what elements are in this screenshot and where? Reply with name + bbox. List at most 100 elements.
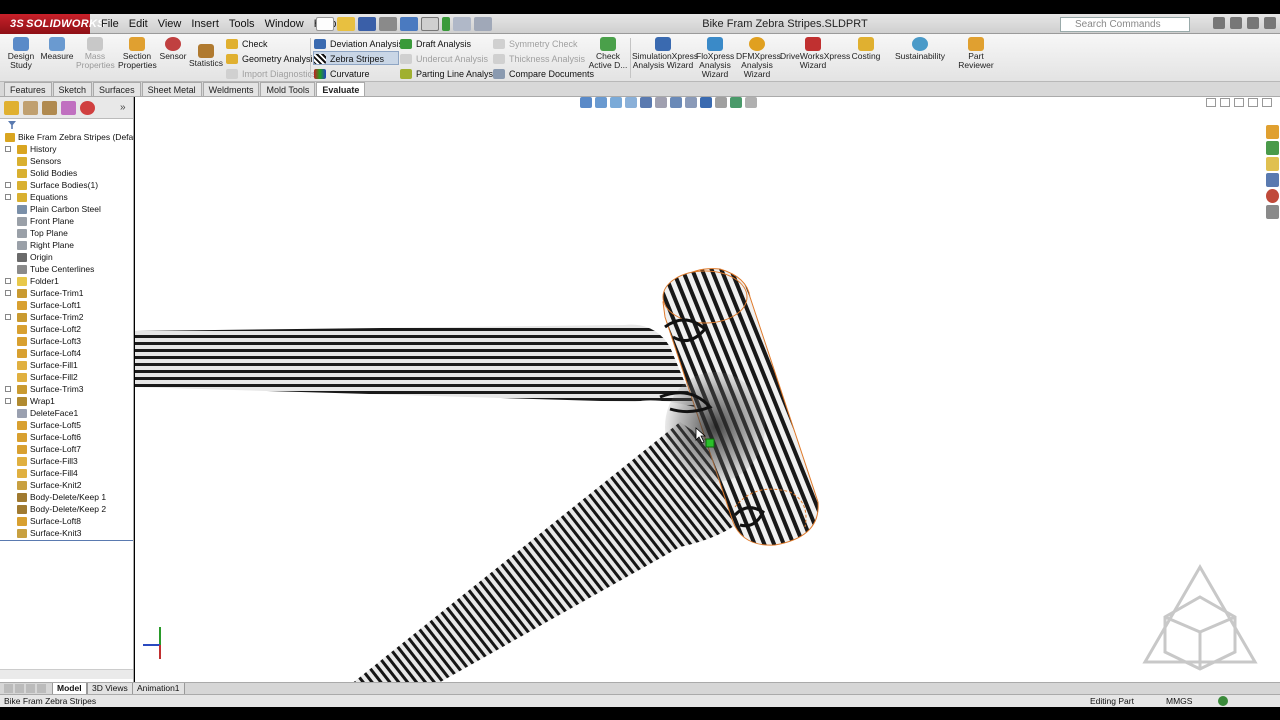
thickness-analysis-button[interactable]: Thickness Analysis — [493, 52, 585, 66]
menu-edit[interactable]: Edit — [124, 14, 153, 34]
tree-item[interactable]: Surface-Loft7 — [0, 443, 133, 455]
graphics-area[interactable] — [135, 97, 1280, 685]
previous-tab-arrow-icon[interactable] — [15, 684, 24, 693]
section-properties-button[interactable]: Section Properties — [118, 37, 157, 70]
floxpress-button[interactable]: FloXpress Analysis Wizard — [696, 37, 734, 79]
last-tab-arrow-icon[interactable] — [37, 684, 46, 693]
selected-point-marker[interactable] — [705, 438, 715, 448]
tree-root-part[interactable]: Bike Fram Zebra Stripes (Default — [0, 131, 142, 143]
tree-item[interactable]: Sensors — [0, 155, 133, 167]
dfmxpress-button[interactable]: DFMXpress Analysis Wizard — [736, 37, 781, 79]
filter-icon[interactable] — [8, 121, 16, 129]
menu-insert[interactable]: Insert — [186, 14, 224, 34]
tab-sketch[interactable]: Sketch — [52, 82, 93, 96]
tree-item[interactable]: Surface-Knit2 — [0, 479, 133, 491]
tree-item[interactable]: Surface-Loft8 — [0, 515, 133, 527]
expand-toggle-icon[interactable] — [5, 146, 11, 152]
tree-item[interactable]: Top Plane — [0, 227, 133, 239]
tree-item[interactable]: Surface-Loft5 — [0, 419, 133, 431]
menu-file[interactable]: File — [96, 14, 124, 34]
tree-item[interactable]: Plain Carbon Steel — [0, 203, 133, 215]
sustainability-button[interactable]: Sustainability — [892, 37, 948, 61]
draft-analysis-button[interactable]: Draft Analysis — [400, 37, 471, 51]
tab-weldments[interactable]: Weldments — [202, 82, 260, 96]
expand-toggle-icon[interactable] — [5, 398, 11, 404]
tree-item[interactable]: Body-Delete/Keep 1 — [0, 491, 133, 503]
tree-item[interactable]: Surface-Fill2 — [0, 371, 133, 383]
sensor-button[interactable]: Sensor — [158, 37, 188, 61]
check-button[interactable]: Check — [226, 37, 268, 51]
property-manager-tab-icon[interactable] — [23, 101, 38, 115]
tree-item[interactable]: Surface-Loft2 — [0, 323, 133, 335]
tree-item[interactable]: Surface-Fill1 — [0, 359, 133, 371]
expand-toggle-icon[interactable] — [5, 386, 11, 392]
new-document-icon[interactable] — [316, 17, 334, 31]
tree-item[interactable]: Surface-Loft4 — [0, 347, 133, 359]
driveworksxpress-button[interactable]: DriveWorksXpress Wizard — [780, 37, 850, 70]
help-icon[interactable] — [1213, 17, 1225, 29]
simulationxpress-button[interactable]: SimulationXpress Analysis Wizard — [632, 37, 698, 70]
tree-item[interactable]: Surface-Fill4 — [0, 467, 133, 479]
expand-toggle-icon[interactable] — [5, 278, 11, 284]
tree-item[interactable]: Surface-Loft1 — [0, 299, 133, 311]
tree-item[interactable]: Surface Bodies(1) — [0, 179, 133, 191]
print-icon[interactable] — [379, 17, 397, 31]
tree-item[interactable]: Surface-Knit3 — [0, 527, 133, 539]
minimize-icon[interactable] — [1230, 17, 1242, 29]
next-tab-arrow-icon[interactable] — [26, 684, 35, 693]
expand-toggle-icon[interactable] — [5, 314, 11, 320]
expand-toggle-icon[interactable] — [5, 194, 11, 200]
compare-documents-button[interactable]: Compare Documents — [493, 67, 594, 81]
tab-mold-tools[interactable]: Mold Tools — [260, 82, 316, 96]
tree-item[interactable]: Tube Centerlines — [0, 263, 133, 275]
rollback-bar[interactable] — [0, 540, 133, 541]
select-arrow-icon[interactable] — [421, 17, 439, 31]
check-active-document-button[interactable]: Check Active D... — [588, 37, 628, 70]
mass-properties-button[interactable]: Mass Properties — [76, 37, 115, 70]
first-tab-arrow-icon[interactable] — [4, 684, 13, 693]
tree-item[interactable]: Solid Bodies — [0, 167, 133, 179]
close-icon[interactable] — [1264, 17, 1276, 29]
tree-item[interactable]: Right Plane — [0, 239, 133, 251]
display-manager-tab-icon[interactable] — [80, 101, 95, 115]
tree-item[interactable]: Wrap1 — [0, 395, 133, 407]
tab-evaluate[interactable]: Evaluate — [316, 82, 366, 96]
curvature-button[interactable]: Curvature — [314, 67, 370, 81]
menu-tools[interactable]: Tools — [224, 14, 260, 34]
tree-item[interactable]: Surface-Trim2 — [0, 311, 133, 323]
search-commands-input[interactable]: Search Commands — [1060, 17, 1190, 32]
deviation-analysis-button[interactable]: Deviation Analysis — [314, 37, 403, 51]
options-icon[interactable] — [474, 17, 492, 31]
part-reviewer-button[interactable]: Part Reviewer — [956, 37, 996, 70]
feature-manager-tab-icon[interactable] — [4, 101, 19, 115]
zebra-stripes-button[interactable]: Zebra Stripes — [313, 51, 399, 65]
undo-icon[interactable] — [400, 17, 418, 31]
design-study-button[interactable]: Design Study — [6, 37, 36, 70]
status-unit-system[interactable]: MMGS — [1166, 695, 1192, 707]
measure-button[interactable]: Measure — [40, 37, 74, 61]
tree-item[interactable]: Body-Delete/Keep 2 — [0, 503, 133, 515]
tree-item[interactable]: Equations — [0, 191, 133, 203]
tab-features[interactable]: Features — [4, 82, 52, 96]
costing-button[interactable]: Costing — [848, 37, 884, 61]
tree-item[interactable]: History — [0, 143, 133, 155]
tree-item[interactable]: Surface-Loft3 — [0, 335, 133, 347]
expand-toggle-icon[interactable] — [5, 182, 11, 188]
import-diagnostics-button[interactable]: Import Diagnostics — [226, 67, 317, 81]
symmetry-check-button[interactable]: Symmetry Check — [493, 37, 578, 51]
statistics-button[interactable]: Statistics — [188, 44, 224, 68]
view-cube-icon[interactable] — [1142, 564, 1258, 671]
menu-window[interactable]: Window — [260, 14, 309, 34]
tree-item[interactable]: Origin — [0, 251, 133, 263]
tree-item[interactable]: DeleteFace1 — [0, 407, 133, 419]
tree-item[interactable]: Surface-Loft6 — [0, 431, 133, 443]
tree-item[interactable]: Surface-Trim3 — [0, 383, 133, 395]
solidworks-logo[interactable]: 3S SOLIDWORKS — [0, 14, 105, 34]
tree-item[interactable]: Front Plane — [0, 215, 133, 227]
expand-toggle-icon[interactable] — [5, 290, 11, 296]
tab-surfaces[interactable]: Surfaces — [93, 82, 141, 96]
tree-item[interactable]: Surface-Trim1 — [0, 287, 133, 299]
tree-item[interactable]: Folder1 — [0, 275, 133, 287]
open-folder-icon[interactable] — [337, 17, 355, 31]
menu-view[interactable]: View — [153, 14, 187, 34]
